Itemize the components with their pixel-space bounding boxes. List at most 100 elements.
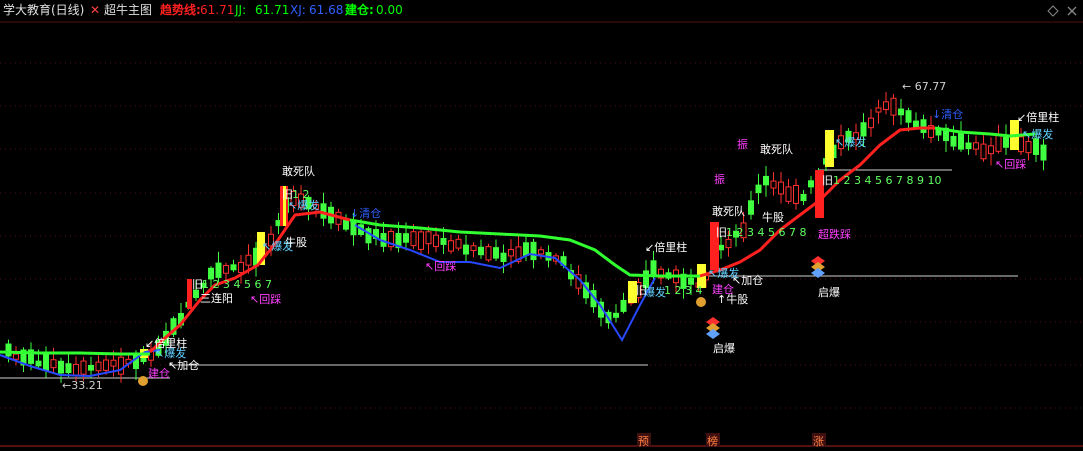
zhen-label: 振 — [714, 172, 725, 186]
candle-body — [485, 246, 492, 261]
candle-body — [763, 175, 769, 186]
candle-body — [1025, 141, 1032, 154]
trend-line — [699, 126, 935, 278]
qibao-diamond-icon — [811, 256, 825, 278]
candle-body — [920, 119, 927, 133]
gansidui-label: 敢死队 — [282, 164, 315, 178]
niugu-label: ↑牛股 — [717, 292, 748, 306]
candle-body — [800, 193, 807, 202]
candle-body — [343, 219, 349, 230]
qingcang-label: ↓清仓 — [932, 107, 963, 121]
candle-body — [58, 360, 64, 374]
candle-body — [365, 228, 372, 244]
candle-body — [620, 299, 627, 312]
candle-body — [73, 363, 79, 376]
candle-body — [493, 247, 499, 259]
baofa-label: ↖爆发 — [835, 135, 866, 149]
count-label: 1 2 3 4 5 6 7 — [202, 278, 272, 291]
candle-body — [350, 219, 357, 236]
candle-body — [890, 97, 897, 116]
baofa-label: ↖爆发 — [1022, 127, 1053, 141]
candle-body — [403, 233, 409, 243]
candle-body — [410, 231, 417, 247]
candle-body — [65, 363, 72, 374]
candle-body — [440, 237, 447, 245]
candle-body — [770, 180, 777, 189]
beiliangzhu-label: ↙倍里柱 — [1017, 110, 1059, 124]
baofa-label: ↖爆发 — [155, 346, 186, 360]
candle-body — [418, 231, 424, 250]
candle-body — [463, 244, 469, 255]
candle-body — [95, 361, 102, 372]
huicai-label: ↖回踩 — [425, 260, 456, 273]
candle-body — [808, 180, 814, 188]
jiacang-label: ↖加仓 — [732, 273, 763, 287]
candle-body — [43, 352, 49, 371]
niugu-label: 牛股 — [762, 210, 784, 224]
candle-body — [50, 359, 57, 369]
candle-body — [5, 343, 12, 357]
candle-body — [523, 242, 529, 256]
huicai-label: ↖回踩 — [250, 293, 281, 306]
candle-body — [980, 143, 987, 160]
gansidui-label: 敢死队 — [760, 142, 793, 156]
candle-body — [988, 145, 994, 155]
candle-body — [898, 108, 904, 116]
bottom-marker-bang: 榜 — [707, 434, 718, 448]
bottom-marker-zhang: 涨 — [813, 435, 824, 448]
bottom-marker-yu: 预 — [638, 435, 649, 448]
candlestick-chart[interactable]: ←33.21 ← 67.77 ↙倍里柱 ↖爆发 建仓 ↖加仓 旧 1 2 3 4… — [0, 0, 1083, 451]
candle-body — [650, 260, 657, 277]
candle-body — [500, 252, 507, 262]
candle-body — [455, 238, 462, 249]
candle-body — [1040, 144, 1047, 161]
count-label: 1 2 3 4 — [664, 284, 702, 297]
candle-body — [950, 135, 957, 147]
candle-body — [613, 312, 619, 318]
jiancang-label: 建仓 — [148, 366, 170, 380]
candle-body — [538, 249, 544, 255]
candle-body — [470, 245, 477, 251]
candle-body — [478, 246, 484, 256]
zhen-label: 振 — [737, 137, 748, 151]
santianyang-label: 三连阳 — [200, 292, 233, 305]
candle-body — [718, 244, 724, 251]
gansidui-label: 敢死队 — [712, 204, 745, 218]
candle-body — [88, 364, 94, 371]
candle-body — [860, 122, 867, 137]
candle-body — [13, 353, 19, 360]
candle-body — [35, 360, 42, 367]
candle-body — [965, 142, 972, 150]
beiliangzhu-bar — [825, 130, 834, 167]
baofa-label: 爆发 — [644, 285, 666, 299]
jj-line — [934, 126, 1036, 138]
candle-body — [875, 107, 882, 113]
qibao-diamond-icon — [706, 317, 720, 339]
candle-body — [725, 238, 732, 249]
qingcang-label: ↓清仓 — [350, 206, 381, 220]
candle-body — [110, 359, 117, 367]
candle-body — [215, 262, 222, 278]
candle-body — [748, 200, 754, 215]
qibao-label: 启爆 — [818, 285, 840, 299]
candle-body — [755, 184, 762, 194]
candle-body — [245, 254, 252, 266]
money-bag-icon — [138, 376, 148, 386]
candle-body — [868, 117, 874, 129]
candle-body — [778, 181, 784, 195]
count-label: 1 2 3 4 5 6 7 8 9 10 — [833, 174, 941, 187]
candle-body — [238, 261, 244, 274]
money-bag-icon — [696, 297, 706, 307]
candle-body — [793, 184, 799, 204]
candle-body — [103, 359, 109, 371]
candle-body — [905, 110, 912, 123]
count-label: 1 2 3 4 5 6 7 8 — [726, 226, 806, 239]
candle-body — [973, 142, 979, 150]
candle-body — [223, 264, 229, 274]
candle-body — [995, 133, 1002, 152]
candle-body — [433, 234, 439, 248]
niugu-label: 牛股 — [285, 235, 307, 249]
baofa-label: ↖爆发 — [288, 198, 319, 212]
jiacang-label: ↖加仓 — [168, 358, 199, 372]
candle-body — [785, 186, 792, 202]
